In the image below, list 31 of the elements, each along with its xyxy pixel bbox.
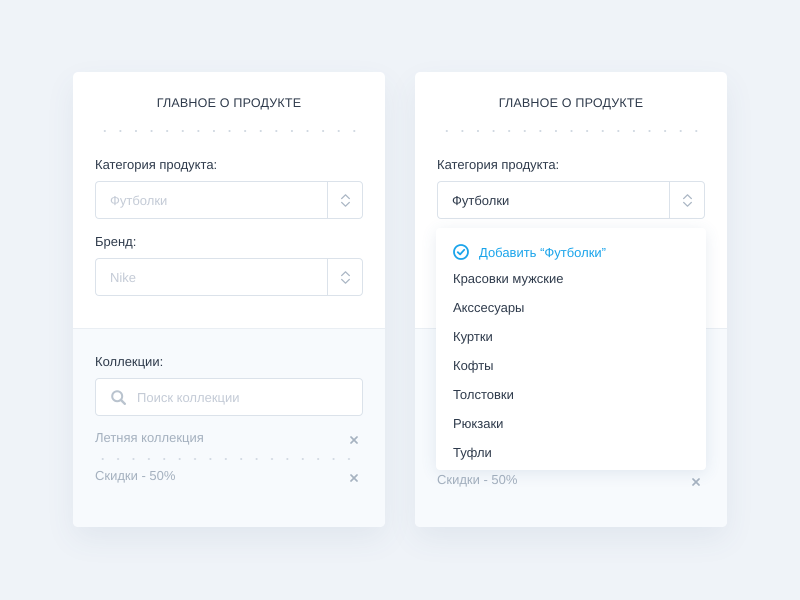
search-field[interactable]: Поиск коллекции — [95, 378, 363, 416]
dropdown-option[interactable]: Куртки — [436, 322, 706, 351]
select-toggle-button[interactable] — [669, 181, 705, 219]
chevron-updown-icon — [340, 270, 350, 284]
dropdown-option[interactable]: Толстовки — [436, 380, 706, 409]
field-label: Категория продукта: — [437, 157, 560, 173]
dropdown-option[interactable]: Акссесуары — [436, 293, 706, 322]
collection-name: Скидки - 50% — [95, 468, 176, 484]
dropdown-option[interactable]: Красовки мужские — [436, 264, 706, 293]
field-label: Бренд: — [95, 234, 136, 250]
card-title: ГЛАВНОЕ О ПРОДУКТЕ — [498, 96, 644, 110]
field-label: Категория продукта: — [95, 157, 218, 173]
close-icon[interactable] — [350, 474, 358, 482]
select-field[interactable]: Nike — [95, 258, 327, 296]
dropdown-option[interactable]: Кофты — [436, 351, 706, 380]
search-icon — [111, 390, 126, 405]
collection-name: Летняя коллекция — [95, 430, 204, 446]
select-toggle-button[interactable] — [327, 181, 363, 219]
chevron-updown-icon — [682, 194, 692, 206]
select-field[interactable]: Футболки — [437, 181, 669, 219]
check-circle-icon — [453, 244, 469, 260]
close-icon[interactable] — [350, 436, 358, 444]
select-toggle-button[interactable] — [327, 258, 363, 296]
collection-name: Скидки - 50% — [437, 472, 518, 488]
card-title: ГЛАВНОЕ О ПРОДУКТЕ — [156, 96, 302, 110]
close-icon[interactable] — [692, 478, 700, 486]
field-label: Коллекции: — [95, 354, 164, 370]
chevron-updown-icon — [340, 194, 350, 206]
dropdown-option[interactable]: Рюкзаки — [436, 409, 706, 438]
dropdown-option[interactable]: Туфли — [436, 438, 706, 467]
select-field[interactable]: Футболки — [95, 181, 327, 219]
